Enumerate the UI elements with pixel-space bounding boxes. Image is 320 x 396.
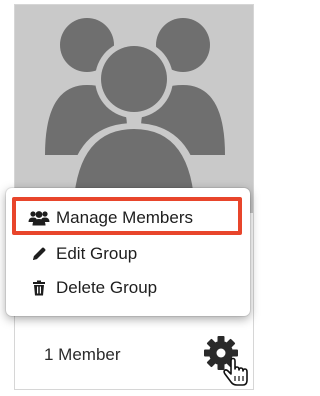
menu-item-label: Delete Group (56, 278, 158, 297)
group-avatar (15, 5, 253, 213)
menu-item-label: Edit Group (56, 244, 138, 263)
menu-item-delete-group[interactable]: Delete Group (6, 272, 250, 304)
group-avatar-icon (45, 18, 225, 213)
menu-item-manage-members[interactable]: Manage Members (6, 202, 250, 234)
group-card-screen: 1 Member Manage Members Edit Group Delet… (0, 0, 266, 396)
member-count: 1 Member (44, 345, 121, 364)
pencil-icon (28, 245, 50, 263)
menu-item-label: Manage Members (56, 208, 194, 227)
menu-item-edit-group[interactable]: Edit Group (6, 238, 250, 270)
trash-icon (28, 279, 50, 297)
hand-cursor-icon (223, 357, 248, 386)
group-settings-button[interactable] (203, 335, 255, 386)
group-actions-menu: Manage Members Edit Group Delete Group (6, 188, 250, 316)
users-icon (28, 209, 50, 227)
